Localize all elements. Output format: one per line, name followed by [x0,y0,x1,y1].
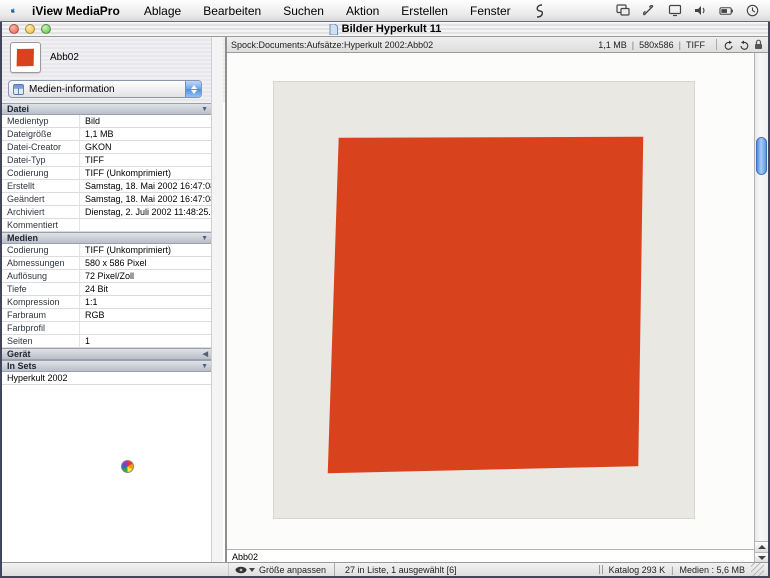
clock-icon[interactable] [745,3,760,18]
section-header-datei[interactable]: Datei ▼ [2,103,213,115]
rotate-left-icon[interactable] [723,39,734,50]
apple-menu[interactable] [0,0,26,22]
status-bar-left-pad [2,563,229,576]
menu-erstellen[interactable]: Erstellen [390,0,459,22]
scroll-up-button[interactable] [755,541,768,552]
window-title: Bilder Hyperkult 11 [342,23,442,35]
info-row-datei-typ: Datei-TypTIFF [2,154,213,167]
zoom-button[interactable] [41,24,51,34]
script-icon [533,4,545,18]
info-row-archiviert: ArchiviertDienstag, 2. Juli 2002 11:48:2… [2,206,213,219]
file-path: Spock:Documents:Aufsätze:Hyperkult 2002:… [231,40,433,50]
info-row-farbprofil: Farbprofil [2,322,213,335]
disclosure-down-icon: ▼ [201,363,208,370]
menu-aktion[interactable]: Aktion [335,0,390,22]
thumbnail-artwork [15,47,36,68]
document-icon [329,24,338,35]
media-thumbnail[interactable] [10,42,41,73]
apple-icon [11,3,15,18]
info-row-tiefe: Tiefe24 Bit [2,283,213,296]
panel-selector-label: Medien-information [29,84,115,95]
panel-selector-popup[interactable]: Medien-information [8,80,202,98]
minimize-button[interactable] [25,24,35,34]
iview-window: Bilder Hyperkult 11 Abb02 Med [0,22,770,578]
menu-app-name[interactable]: iView MediaPro [26,0,133,22]
file-size: 1,1 MB [598,40,627,50]
info-row-kompression: Kompression1:1 [2,296,213,309]
vertical-scrollbar[interactable] [754,53,768,563]
script-menu[interactable] [522,0,556,22]
info-sidebar: Abb02 Medien-information Datei ▼ [2,37,227,564]
lock-icon[interactable] [753,39,764,50]
info-panel-icon [13,84,24,95]
menu-bar: iView MediaPro Ablage Bearbeiten Suchen … [0,0,770,22]
thumbnail-label: Abb02 [50,52,79,63]
info-row-erstellt: ErstelltSamstag, 18. Mai 2002 16:47:08..… [2,180,213,193]
displays-icon[interactable] [615,3,630,18]
path-bar: Spock:Documents:Aufsätze:Hyperkult 2002:… [227,37,768,53]
section-header-geraet[interactable]: Gerät ◀ [2,348,213,360]
info-row-medientyp: MedientypBild [2,115,213,128]
info-row-kommentiert: Kommentiert [2,219,213,232]
menu-bearbeiten[interactable]: Bearbeiten [192,0,272,22]
image-viewer[interactable] [227,53,754,549]
info-row-codierung-medien: CodierungTIFF (Unkomprimiert) [2,244,213,257]
info-row-codierung: CodierungTIFF (Unkomprimiert) [2,167,213,180]
window-title-bar[interactable]: Bilder Hyperkult 11 [2,22,768,37]
section-header-in-sets[interactable]: In Sets ▼ [2,360,213,372]
media-view: Spock:Documents:Aufsätze:Hyperkult 2002:… [227,37,768,564]
menu-fenster[interactable]: Fenster [459,0,522,22]
zoom-mode-button[interactable]: Größe anpassen [229,563,335,576]
sidebar-scrollbar[interactable] [211,37,223,564]
resize-grip[interactable] [751,563,764,576]
chevron-down-icon [249,568,255,572]
info-row-geaendert: GeändertSamstag, 18. Mai 2002 16:47:08..… [2,193,213,206]
image-caption: Abb02 [232,552,258,562]
info-row-dateigroesse: Dateigröße1,1 MB [2,128,213,141]
info-row-datei-creator: Datei-CreatorGKON [2,141,213,154]
menu-bar-status-area [615,3,770,18]
disclosure-down-icon: ▼ [201,235,208,242]
speaker-icon[interactable] [693,3,708,18]
close-button[interactable] [9,24,19,34]
scanned-page [273,81,695,519]
catalog-size: Katalog 293 K [609,565,666,575]
pane-divider-icon [599,565,603,574]
info-row-seiten: Seiten1 [2,335,213,348]
sidebar-header: Abb02 Medien-information [2,37,225,103]
color-wheel-icon [121,460,134,473]
battery-icon[interactable] [719,3,734,18]
monitor-icon[interactable] [667,3,682,18]
in-sets-item[interactable]: Hyperkult 2002 [2,372,213,385]
disclosure-down-icon: ▼ [201,106,208,113]
rotate-right-icon[interactable] [738,39,749,50]
menu-ablage[interactable]: Ablage [133,0,192,22]
info-row-abmessungen: Abmessungen580 x 586 Pixel [2,257,213,270]
disclosure-collapsed-icon: ◀ [203,350,208,358]
phone-icon[interactable] [641,3,656,18]
menu-suchen[interactable]: Suchen [272,0,335,22]
view-eye-icon [235,566,247,574]
info-row-farbraum: FarbraumRGB [2,309,213,322]
artwork-red-square [274,82,694,518]
media-size: Medien : 5,6 MB [679,565,745,575]
file-dimensions: 580x586 [639,40,674,50]
media-info-table: Datei ▼ MedientypBild Dateigröße1,1 MB D… [2,103,213,385]
file-format: TIFF [686,40,705,50]
list-selection-info: 27 in Liste, 1 ausgewählt [6] [335,565,467,575]
popup-arrows-icon [185,81,201,97]
zoom-mode-label: Größe anpassen [259,565,326,575]
info-row-aufloesung: Auflösung72 Pixel/Zoll [2,270,213,283]
section-header-medien[interactable]: Medien ▼ [2,232,213,244]
status-bar: Größe anpassen 27 in Liste, 1 ausgewählt… [2,562,768,576]
scrollbar-thumb[interactable] [756,137,767,175]
